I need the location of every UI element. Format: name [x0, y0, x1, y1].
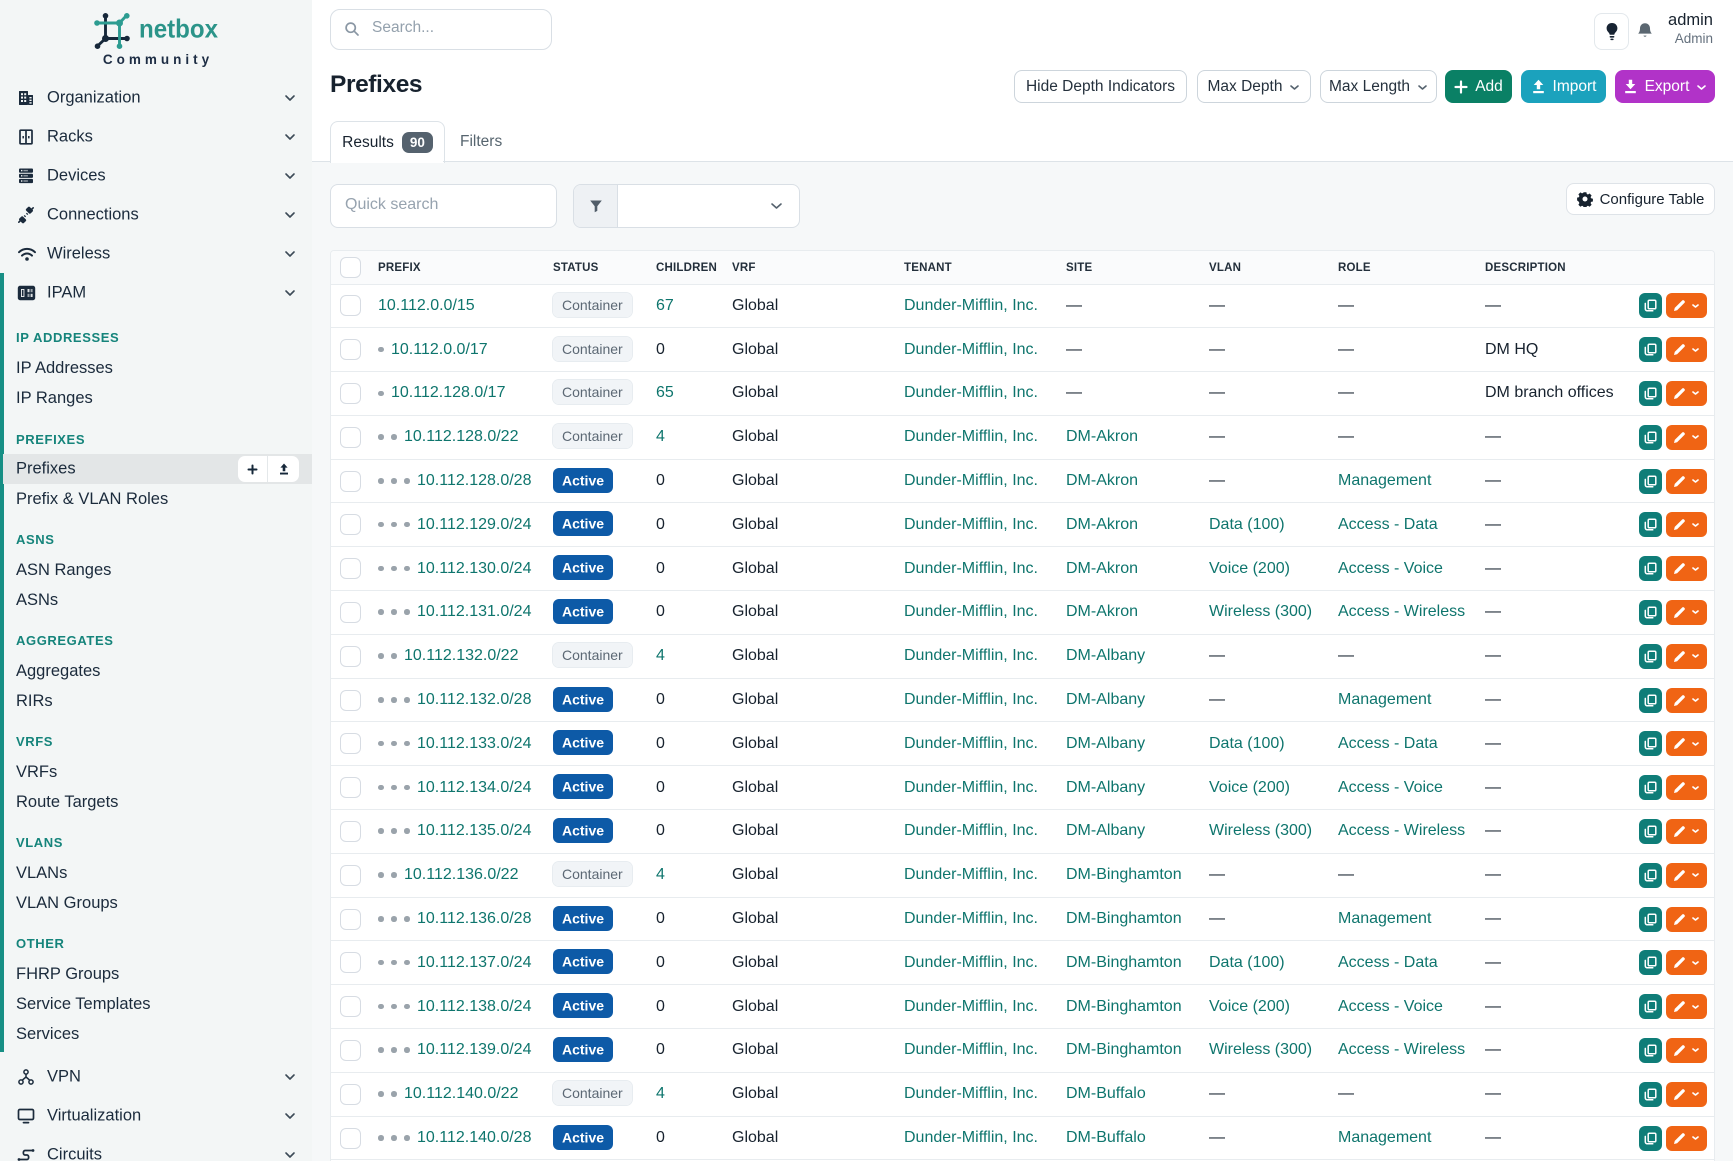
svg-text:netbox: netbox: [139, 14, 218, 44]
